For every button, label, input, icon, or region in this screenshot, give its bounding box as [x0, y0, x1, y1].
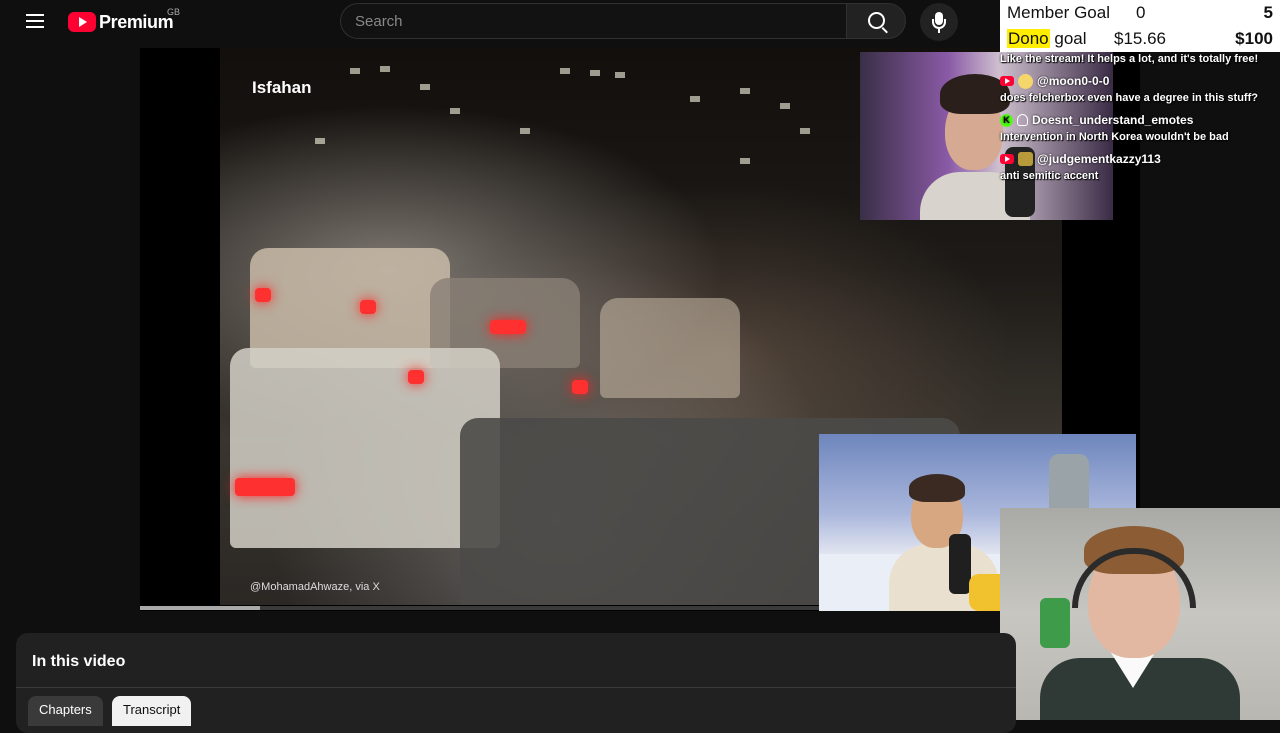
- hamburger-icon: [26, 14, 44, 16]
- dono-goal-target: $100: [1235, 29, 1273, 48]
- dono-goal-row: Dono goal $15.66 $100: [1000, 26, 1280, 52]
- in-this-video-panel: In this video Chapters Transcript: [16, 633, 1016, 733]
- panel-title: In this video: [32, 653, 126, 670]
- dono-goal-label: goal: [1049, 29, 1087, 48]
- stream-goal-overlay: Member Goal 0 5 Dono goal $15.66 $100: [1000, 0, 1280, 52]
- emoji-face-icon: [1018, 73, 1033, 89]
- video-credit-caption: @MohamadAhwaze, via X: [250, 581, 380, 593]
- progress-played: [140, 606, 260, 610]
- search-input[interactable]: [341, 4, 846, 38]
- video-location-caption: Isfahan: [252, 78, 312, 97]
- member-goal-current: 0: [1136, 3, 1146, 22]
- dono-goal-current: $15.66: [1114, 29, 1166, 48]
- car: [600, 298, 740, 398]
- emote-icon: [1018, 152, 1033, 166]
- search-button[interactable]: [846, 3, 906, 39]
- member-goal-target: 5: [1263, 3, 1273, 22]
- youtube-icon: [1000, 76, 1014, 86]
- dono-goal-label-highlight: Dono: [1007, 29, 1050, 48]
- user-icon: [1017, 114, 1028, 126]
- member-goal-label: Member Goal: [1007, 3, 1110, 22]
- youtube-play-icon: [68, 12, 96, 32]
- chat-intro-message: Like the stream! It helps a lot, and it'…: [1000, 53, 1259, 65]
- chat-message-text: anti semitic accent: [1000, 170, 1099, 182]
- streamer-webcam-main: [1000, 508, 1280, 720]
- youtube-icon: [1000, 154, 1014, 164]
- search-icon: [868, 12, 885, 29]
- kick-icon: K: [1000, 113, 1013, 127]
- region-code: GB: [167, 7, 181, 17]
- chat-message-user: K Doesnt_understand_emotes: [1000, 112, 1193, 128]
- tab-chapters[interactable]: Chapters: [28, 696, 103, 726]
- youtube-premium-logo[interactable]: Premium: [68, 11, 174, 33]
- chat-message-user: @judgementkazzy113: [1000, 151, 1161, 167]
- member-goal-row: Member Goal 0 5: [1000, 0, 1280, 26]
- divider: [16, 687, 1016, 688]
- chat-message-text: Intervention in North Korea wouldn't be …: [1000, 131, 1229, 143]
- guide-menu-button[interactable]: [22, 10, 48, 34]
- tab-transcript[interactable]: Transcript: [112, 696, 192, 726]
- search-box: [340, 3, 846, 39]
- voice-search-button[interactable]: [920, 3, 958, 41]
- chat-message-user: @moon0-0-0: [1000, 73, 1109, 89]
- chat-message-text: does felcherbox even have a degree in th…: [1000, 92, 1258, 104]
- logo-text: Premium: [99, 11, 174, 32]
